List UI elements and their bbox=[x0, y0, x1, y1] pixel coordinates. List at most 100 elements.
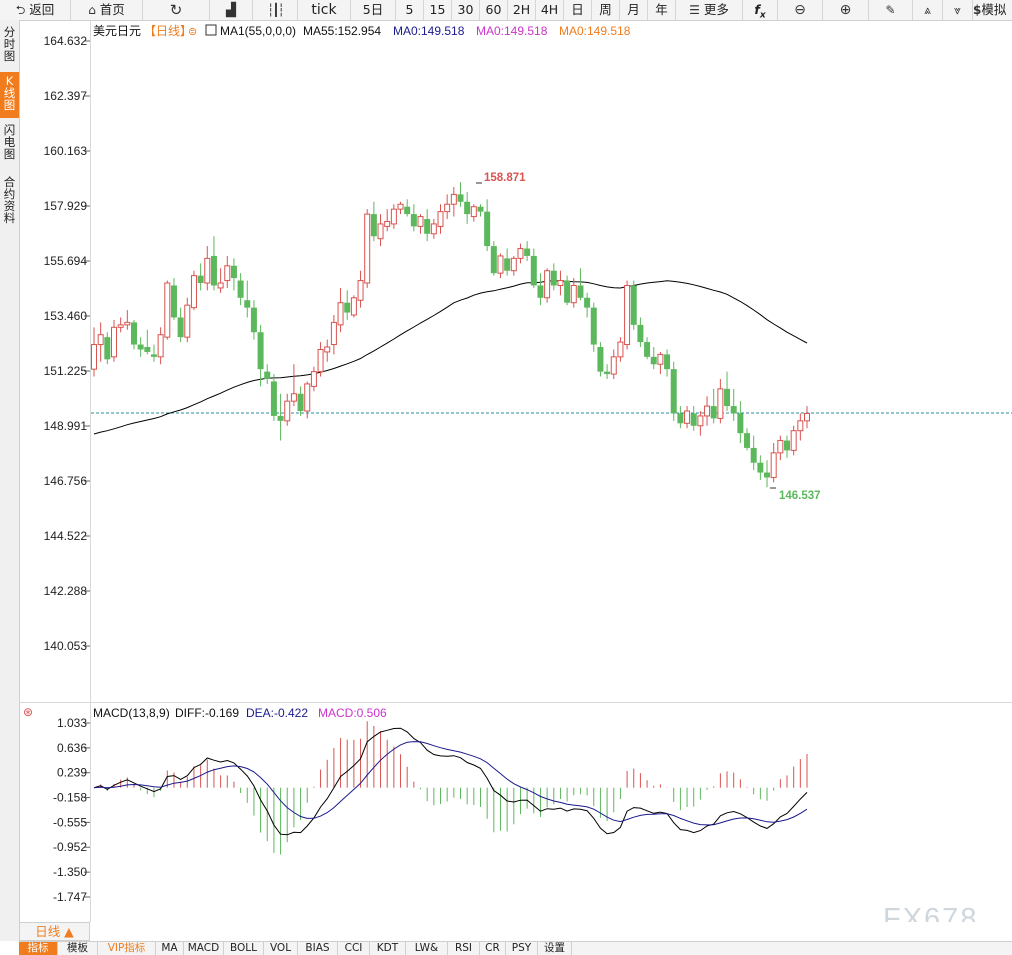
scroll-down-button[interactable]: ⩔ bbox=[943, 0, 973, 20]
price-tick-label: 144.522 bbox=[44, 529, 88, 543]
macd-tick-label: -1.747 bbox=[53, 890, 87, 904]
price-axis: 164.632 162.397 160.163 157.929 155.694 153.4… bbox=[44, 34, 90, 653]
sidebar-item-flash[interactable]: 闪 电 图 bbox=[0, 124, 19, 164]
candle-body-up bbox=[224, 265, 231, 282]
candle-body-up bbox=[544, 270, 551, 299]
period-15min[interactable]: 15 bbox=[424, 0, 452, 20]
candle-body-up bbox=[330, 321, 337, 346]
tab-bias[interactable]: BIAS bbox=[298, 942, 338, 955]
candle-body-up bbox=[770, 452, 777, 478]
tab-psy[interactable]: PSY bbox=[506, 942, 538, 955]
low-label: 146.537 bbox=[779, 490, 821, 502]
chevron-up-icon: ⩓ bbox=[924, 3, 931, 17]
period-30min[interactable]: 30 bbox=[452, 0, 480, 20]
candle-body-down bbox=[524, 248, 531, 256]
candle-body-down bbox=[197, 275, 204, 284]
candle-body-down bbox=[737, 413, 744, 434]
indicator-tab-bar: 指标 模板 VIP指标 MA MACD BOLL VOL BIAS CCI KD… bbox=[19, 941, 1012, 955]
sidebar-item-contract-info[interactable]: 合 约 资 料 bbox=[0, 176, 19, 232]
period-5min[interactable]: 5 bbox=[396, 0, 424, 20]
candle-body-up bbox=[284, 400, 291, 422]
candle-body-down bbox=[490, 246, 497, 274]
formula-button[interactable]: fx bbox=[743, 0, 778, 21]
top-toolbar: ⮌ 返回 ⌂ 首页 ↻ ▟ ┆┃┆ tick 5日 5 15 30 60 2H … bbox=[0, 0, 1012, 21]
tab-rsi[interactable]: RSI bbox=[448, 942, 480, 955]
candle-body-down bbox=[270, 381, 277, 416]
candle-body-up bbox=[437, 211, 444, 227]
tab-ma[interactable]: MA bbox=[156, 942, 184, 955]
ma0-value-b: MA0:149.518 bbox=[476, 24, 548, 38]
zoom-out-button[interactable]: ⊖ bbox=[778, 0, 823, 20]
period-60min[interactable]: 60 bbox=[480, 0, 508, 20]
period-tick[interactable]: tick bbox=[298, 0, 351, 20]
period-week[interactable]: 周 bbox=[592, 0, 620, 20]
kline-chart[interactable]: 164.632 162.397 160.163 157.929 155.694 153.4… bbox=[19, 20, 1012, 922]
candle-body-up bbox=[157, 334, 164, 358]
candle-body-down bbox=[690, 413, 697, 426]
period-5d[interactable]: 5日 bbox=[351, 0, 396, 20]
candle-body-up bbox=[444, 203, 451, 213]
tab-indicators[interactable]: 指标 bbox=[19, 942, 58, 955]
price-tick-label: 157.929 bbox=[44, 199, 88, 213]
tab-settings[interactable]: 设置 bbox=[538, 942, 572, 955]
sidebar-item-kline[interactable]: K 线 图 bbox=[0, 72, 19, 118]
candle-body-up bbox=[124, 321, 131, 326]
candle-body-down bbox=[577, 285, 584, 298]
tab-cci[interactable]: CCI bbox=[338, 942, 370, 955]
period-month[interactable]: 月 bbox=[620, 0, 648, 20]
candle-body-up bbox=[617, 341, 624, 358]
candle-body-up bbox=[497, 255, 504, 274]
sidebar-item-timeshare[interactable]: 分 时 图 bbox=[0, 26, 19, 66]
candle-body-up bbox=[97, 334, 104, 346]
tab-kdt[interactable]: KDT bbox=[370, 942, 406, 955]
indicator-toggle-icon[interactable] bbox=[205, 24, 217, 36]
candle-body-down bbox=[764, 472, 771, 478]
candle-type-button[interactable]: ┆┃┆ bbox=[253, 0, 298, 20]
candle-body-down bbox=[784, 440, 791, 451]
tab-boll[interactable]: BOLL bbox=[224, 942, 264, 955]
candle-body-down bbox=[590, 307, 597, 345]
tab-macd[interactable]: MACD bbox=[184, 942, 224, 955]
draw-button[interactable]: ✎ bbox=[869, 0, 913, 20]
price-tick-label: 155.694 bbox=[44, 254, 88, 268]
daily-period-tab[interactable]: 日线 ▲ bbox=[19, 922, 90, 941]
price-tick-label: 148.991 bbox=[44, 419, 88, 433]
period-2h[interactable]: 2H bbox=[508, 0, 536, 20]
candle-body-up bbox=[304, 383, 311, 412]
left-sidebar: 分 时 图 K 线 图 闪 电 图 合 约 资 料 bbox=[0, 20, 20, 941]
period-4h[interactable]: 4H bbox=[536, 0, 564, 20]
tab-lw[interactable]: LW& bbox=[406, 942, 448, 955]
candle-body-up bbox=[110, 326, 117, 358]
tab-templates[interactable]: 模板 bbox=[58, 942, 98, 955]
simulate-button[interactable]: $模拟 bbox=[973, 0, 1012, 20]
candle-body-down bbox=[137, 344, 144, 350]
settings-gear-icon[interactable]: ⊜ bbox=[188, 26, 197, 38]
tab-vip-indicators[interactable]: VIP指标 bbox=[98, 942, 156, 955]
tab-vol[interactable]: VOL bbox=[264, 942, 298, 955]
candle-body-down bbox=[277, 415, 284, 421]
macd-settings-icon[interactable]: ⊛ bbox=[23, 705, 33, 719]
chart-type-button[interactable]: ▟ bbox=[210, 0, 253, 20]
refresh-icon: ↻ bbox=[169, 1, 183, 19]
tab-cr[interactable]: CR bbox=[480, 942, 506, 955]
back-button[interactable]: ⮌ 返回 bbox=[0, 0, 71, 20]
candle-body-down bbox=[644, 342, 651, 357]
candle-body-up bbox=[517, 248, 524, 259]
candle-body-up bbox=[384, 220, 391, 227]
period-day[interactable]: 日 bbox=[564, 0, 592, 20]
candle-body-up bbox=[610, 356, 617, 375]
home-button[interactable]: ⌂ 首页 bbox=[71, 0, 143, 20]
price-tick-label: 140.053 bbox=[44, 639, 88, 653]
candle-body-down bbox=[564, 280, 571, 303]
more-button[interactable]: ☰ 更多 bbox=[676, 0, 743, 20]
zoom-in-button[interactable]: ⊕ bbox=[823, 0, 869, 20]
macd-tick-label: -0.555 bbox=[53, 815, 87, 829]
zoom-out-icon: ⊖ bbox=[794, 2, 806, 18]
candle-body-down bbox=[130, 322, 137, 345]
ma0-value-a: MA0:149.518 bbox=[393, 24, 465, 38]
scroll-up-button[interactable]: ⩓ bbox=[913, 0, 943, 20]
period-year[interactable]: 年 bbox=[648, 0, 676, 20]
refresh-button[interactable]: ↻ bbox=[143, 0, 210, 20]
candle-body-down bbox=[724, 388, 731, 407]
candle-body-down bbox=[677, 413, 684, 424]
